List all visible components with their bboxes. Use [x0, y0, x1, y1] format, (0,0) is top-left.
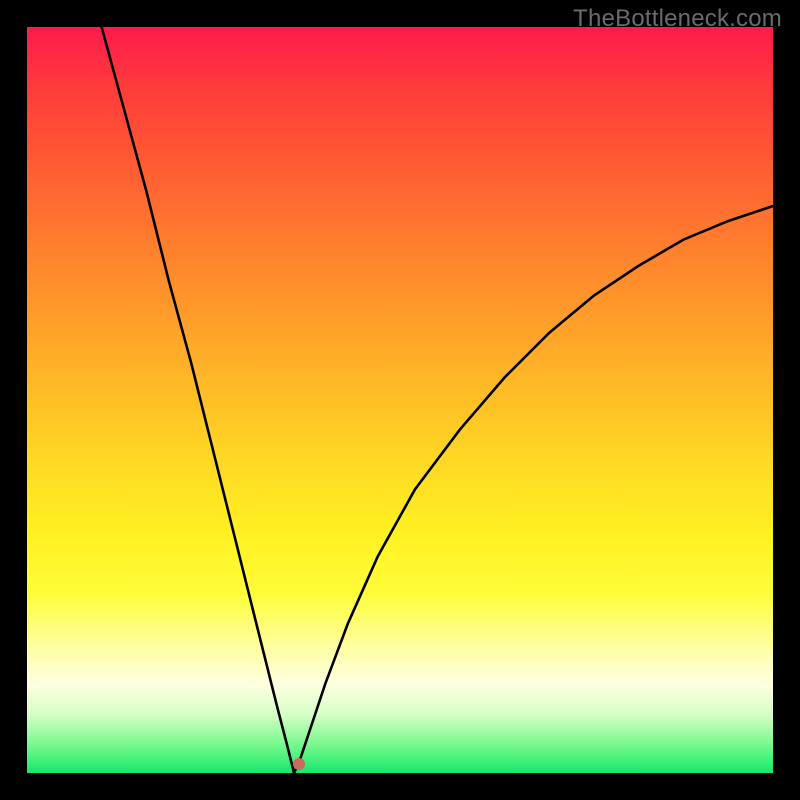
curve-path [102, 27, 773, 773]
cusp-marker [293, 758, 305, 770]
chart-frame: TheBottleneck.com [0, 0, 800, 800]
bottleneck-curve [27, 27, 773, 773]
attribution-watermark: TheBottleneck.com [573, 5, 782, 33]
